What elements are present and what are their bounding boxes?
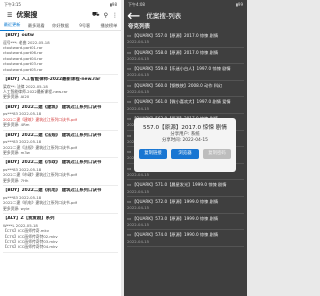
list-item[interactable]: ▭【QUARK】573.0【原源】1999.0 惊悚 剧情 2022-04-15 <box>127 214 244 231</box>
list-item[interactable]: ▭【QUARK】574.0【原源】1990.0 惊悚 剧情 2022-04-15 <box>127 230 244 247</box>
folder-icon: ▭ <box>127 149 131 155</box>
item-line: 更多资源: 7Hh <box>3 177 29 183</box>
tab-4[interactable]: 播放榜单 <box>97 21 121 31</box>
status-bar: 下午3:15 ▮ 98 <box>0 0 121 9</box>
search-icon[interactable]: ⚲ <box>104 12 108 19</box>
tab-1[interactable]: 最多观看 <box>24 21 48 31</box>
tab-2[interactable]: 你好数据 <box>48 21 72 31</box>
list-item[interactable]: 【BDY】outw 逗号***: 老曲 2022-05-18 ctoutward.p… <box>3 31 118 76</box>
item-date: 2022-04-15 <box>127 238 150 244</box>
list-item[interactable]: 【BDY】2022二建《市政》 建筑过江系列口诀书 ps***83 2022-05… <box>3 158 118 187</box>
item-line: 【CTS】ICC画师传奇特04.mkv <box>3 244 58 250</box>
item-title: 【ALY】Z【我爱剧】系列 <box>3 216 55 222</box>
list-heading: 夸克列表 <box>128 24 151 30</box>
item-title: 【BDY】2022二建《机电》 建筑过江系列口诀书 <box>3 188 102 194</box>
dialog-title: 557.0【原源】2017.0 惊悚 剧情 <box>143 125 227 131</box>
battery-level: 99 <box>237 2 243 7</box>
folder-icon: ▭ <box>127 116 131 122</box>
item-date: 2022-04-15 <box>127 105 150 111</box>
folder-icon: ▭ <box>127 33 131 38</box>
dialog-button-2[interactable]: 复制密码 <box>203 148 231 159</box>
list-item[interactable]: ▭【QUARK】571.0【晨星发光】1999.0 惊悚 剧情 2022-04-1… <box>127 180 244 198</box>
folder-icon: ▭ <box>127 132 131 138</box>
share-dialog: 557.0【原源】2017.0 惊悚 剧情 分享用户: 系统 分享时间: 202… <box>134 118 236 172</box>
folder-icon: ▭ <box>127 232 131 238</box>
list-item[interactable]: ▭【QUARK】572.0【原源】1999.0 惊悚 剧情 2022-04-15 <box>127 197 244 214</box>
item-title: 【QUARK】561.0【微小喜欢大】1997.0 剧情 爱情 <box>131 99 231 105</box>
item-title: 【QUARK】557.0【原源】2017.0 惊悚 剧情 <box>131 33 219 38</box>
category-tabs: 最近更新 最多观看 你好数据 9号客 播放榜单 <box>0 21 121 31</box>
item-date: 2022-04-15 <box>127 89 150 95</box>
list-item[interactable]: 【BDY】2022二建《机电》 建筑过江系列口诀书 ps***83 2022-05… <box>3 186 118 215</box>
item-line: ctoutward.part05.rar <box>3 66 43 72</box>
item-title: 【QUARK】574.0【原源】1990.0 惊悚 剧情 <box>131 232 219 238</box>
list-item[interactable]: 【BDY】人工智能律师-2022最新课程-new.rar 梁欢**: 法律 202… <box>3 75 118 103</box>
menu-icon[interactable]: ☰ <box>7 12 12 19</box>
item-title: 【BDY】2022二建《建筑》 建筑过江系列口诀书 <box>3 104 102 110</box>
item-title: 【BDY】2022二建《法规》 建筑过江系列口诀书 <box>3 132 102 138</box>
folder-icon: ▭ <box>127 199 131 205</box>
folder-icon: ▭ <box>127 66 131 72</box>
item-line: 更多资源: AI20 <box>3 94 30 100</box>
more-icon[interactable]: ⋮ <box>112 12 118 19</box>
item-date: 2022-04-15 <box>127 221 150 227</box>
item-title: 【QUARK】560.0【钢铁侠】2008.0 动作 科幻 <box>131 82 223 88</box>
dialog-share-time: 分享时间: 2022-04-15 <box>162 138 208 144</box>
dialog-buttons: 复制链接 浏览器 复制密码 <box>139 148 231 159</box>
list-item[interactable]: 【BDY】2022二建《法规》 建筑过江系列口诀书 ps***83 2022-05… <box>3 131 118 159</box>
tab-0[interactable]: 最近更新 <box>0 20 25 31</box>
list-item[interactable]: ▭【QUARK】561.0【微小喜欢大】1997.0 剧情 爱情 2022-04-… <box>127 97 244 115</box>
list-item[interactable]: ▭【QUARK】559.0【乐迷小白人】1997.0 惊悚 剧情 2022-04-… <box>127 64 244 81</box>
item-line: 更多资源: 4Rm <box>3 122 30 128</box>
cart-icon[interactable]: ⛟ <box>92 11 100 19</box>
list-item[interactable]: 【BDY】2022二建《建筑》 建筑过江系列口诀书 ps***83 2022-05… <box>3 103 118 131</box>
search-home-screen: 下午3:15 ▮ 98 ☰ 优案搜 ⛟ ⚲ ⋮ 最近更新 最多观看 你好数据 9号客播… <box>0 0 121 296</box>
item-title: 【QUARK】571.0【晨星发光】1999.0 惊悚 剧情 <box>131 182 227 188</box>
item-title: 【BDY】人工智能律师-2022最新课程-new.rar <box>3 77 101 83</box>
item-title: 【BDY】outw <box>3 33 34 38</box>
dialog-button-0[interactable]: 复制链接 <box>139 148 167 159</box>
item-date: 2022-04-15 <box>127 205 150 211</box>
item-title: 【QUARK】558.0【原源】2017.0 惊悚 剧情 <box>131 49 219 55</box>
item-title-row: ▭【QUARK】561.0【微小喜欢大】1997.0 剧情 爱情 <box>127 99 244 105</box>
item-title: 【QUARK】559.0【乐迷小白人】1997.0 惊悚 剧情 <box>131 66 231 72</box>
status-time: 下午3:15 <box>4 1 21 7</box>
list-item[interactable]: ▭【QUARK】560.0【钢铁侠】2008.0 动作 科幻 2022-04-15 <box>127 81 244 98</box>
folder-icon: ▭ <box>127 215 131 221</box>
item-title: 【BDY】2022二建《市政》 建筑过江系列口诀书 <box>3 160 102 166</box>
item-date: 2022-04-15 <box>127 55 150 61</box>
item-line: 更多资源: wyie <box>3 205 30 211</box>
folder-icon: ▭ <box>127 49 131 55</box>
result-list: 【BDY】outw 逗号***: 老曲 2022-05-18 ctoutward.p… <box>0 31 121 253</box>
list-item[interactable]: ▭【QUARK】558.0【原源】2017.0 惊悚 剧情 2022-04-15 <box>127 48 244 65</box>
item-date: 2022-04-15 <box>127 72 150 78</box>
battery-level: 98 <box>111 2 117 7</box>
list-item[interactable]: ▭【QUARK】557.0【原源】2017.0 惊悚 剧情 2022-04-15 <box>127 31 244 48</box>
dialog-button-1[interactable]: 浏览器 <box>171 148 199 159</box>
list-item[interactable]: 【ALY】Z【我爱剧】系列 W***L 2022-05-18 【CTS】ICC画师传… <box>3 214 118 253</box>
item-line: 更多资源: m3w <box>3 150 30 156</box>
quark-list-screen: 下午4:08 ▮ 99 ← 优案搜-列表 夸克列表 ▭【QUARK】557.0【… <box>124 0 247 296</box>
item-date: 2022-04-15 <box>127 39 150 45</box>
item-title: 【QUARK】572.0【原源】1999.0 惊悚 剧情 <box>131 199 219 205</box>
folder-icon: ▭ <box>127 165 131 171</box>
folder-icon: ▭ <box>127 82 131 88</box>
folder-icon: ▭ <box>127 99 131 105</box>
tab-3[interactable]: 9号客 <box>73 21 97 31</box>
folder-icon: ▭ <box>127 182 131 188</box>
page-title: 优案搜-列表 <box>146 12 182 20</box>
status-bar: 下午4:08 ▮ 99 <box>124 0 247 9</box>
item-title: 【QUARK】573.0【原源】1999.0 惊悚 剧情 <box>131 215 219 221</box>
top-bar: ← 优案搜-列表 <box>124 6 247 25</box>
app-title: 优案搜 <box>16 11 38 19</box>
item-date: 2022-04-15 <box>127 188 150 194</box>
item-date: 2022-04-15 <box>127 172 150 178</box>
